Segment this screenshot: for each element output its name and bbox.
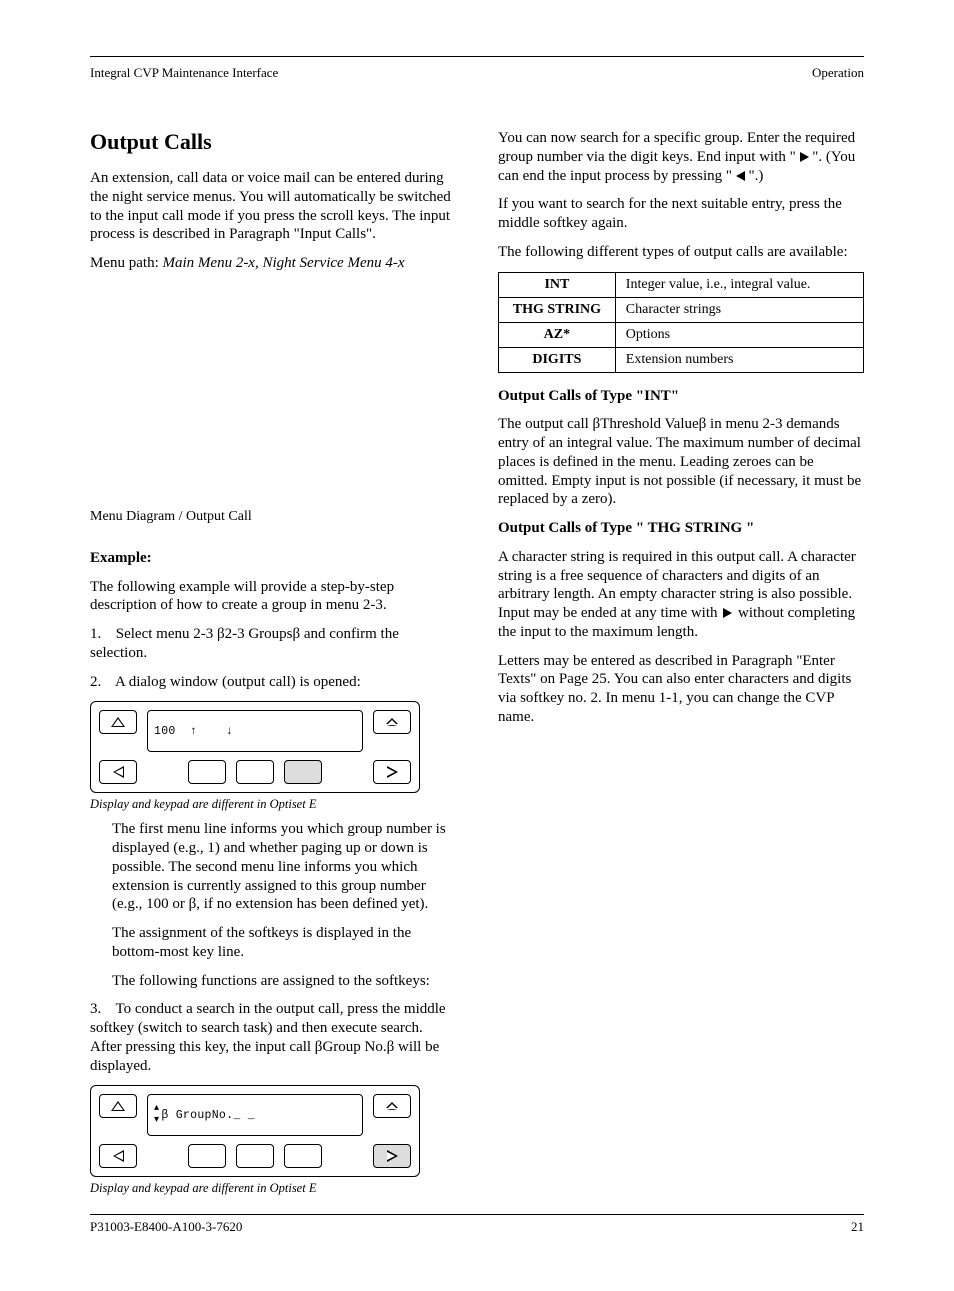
triangle-right-icon	[723, 608, 732, 618]
right-column: You can now search for a specific group.…	[498, 129, 864, 1204]
menu-path: Menu path: Main Menu 2-x, Night Service …	[90, 254, 456, 273]
forward-key[interactable]	[373, 760, 411, 784]
triangle-right-icon	[387, 766, 398, 778]
triangle-left-icon	[113, 766, 124, 778]
softkey-3[interactable]	[284, 1144, 322, 1168]
step-1: 1. Select menu 2-3 β2-3 Groupsβ and conf…	[90, 625, 456, 663]
table-row: DIGITS Extension numbers	[499, 347, 864, 372]
table-row: THG STRING Character strings	[499, 297, 864, 322]
softkey-3[interactable]	[284, 760, 322, 784]
figure-caption: Menu Diagram / Output Call	[90, 509, 456, 525]
home-key[interactable]	[373, 1094, 411, 1118]
triangle-right-icon	[800, 152, 809, 162]
desc-cell: Options	[615, 322, 863, 347]
type-cell: INT	[499, 272, 616, 297]
softkey-2[interactable]	[236, 760, 274, 784]
thg-body: A character string is required in this o…	[498, 548, 864, 642]
double-triangle-up-icon	[384, 1099, 400, 1113]
desc-cell: Extension numbers	[615, 347, 863, 372]
panel-1-note: Display and keypad are different in Opti…	[90, 797, 456, 812]
running-header: Integral CVP Maintenance Interface Opera…	[90, 65, 864, 81]
softkey-1[interactable]	[188, 760, 226, 784]
header-left: Integral CVP Maintenance Interface	[90, 65, 278, 81]
footer-right: 21	[851, 1219, 864, 1235]
lcd-display: 100 ↑ ↓	[147, 710, 363, 752]
softkey-2[interactable]	[236, 1144, 274, 1168]
step-2c: The following functions are assigned to …	[90, 972, 456, 991]
softkey-row	[147, 1144, 363, 1168]
intro-paragraph: An extension, call data or voice mail ca…	[90, 169, 456, 244]
table-row: AZ* Options	[499, 322, 864, 347]
triangle-up-icon	[111, 717, 125, 727]
back-key[interactable]	[99, 1144, 137, 1168]
display-panel-1: 100 ↑ ↓	[90, 701, 420, 793]
footer-rule	[90, 1214, 864, 1215]
desc-cell: Character strings	[615, 297, 863, 322]
display-line: β GroupNo._ _	[161, 1109, 255, 1122]
back-key[interactable]	[99, 760, 137, 784]
example-title: Example:	[90, 549, 456, 568]
display-line: 100 ↑ ↓	[154, 725, 233, 738]
left-column: Output Calls An extension, call data or …	[90, 129, 456, 1204]
running-footer: P31003-E8400-A100-3-7620 21	[90, 1219, 864, 1235]
panel-2-note: Display and keypad are different in Opti…	[90, 1181, 456, 1196]
right-p1: You can now search for a specific group.…	[498, 129, 864, 185]
type-cell: AZ*	[499, 322, 616, 347]
header-right: Operation	[812, 65, 864, 81]
type-cell: DIGITS	[499, 347, 616, 372]
header-rule	[90, 56, 864, 57]
menu-diagram-placeholder	[90, 293, 456, 509]
up-key[interactable]	[99, 710, 137, 734]
triangle-left-icon	[736, 171, 745, 181]
triangle-left-icon	[113, 1150, 124, 1162]
softkey-row	[147, 760, 363, 784]
step-2-lead: 2. A dialog window (output call) is open…	[90, 673, 456, 692]
output-types-table: INT Integer value, i.e., integral value.…	[498, 272, 864, 373]
scroll-indicator: ▴▾	[154, 1104, 159, 1126]
thg-title: Output Calls of Type " THG STRING "	[498, 519, 864, 538]
menu-path-value: Main Menu 2-x, Night Service Menu 4-x	[163, 255, 405, 271]
menu-path-label: Menu path:	[90, 255, 159, 271]
table-row: INT Integer value, i.e., integral value.	[499, 272, 864, 297]
example-text: The following example will provide a ste…	[90, 578, 456, 616]
footer-left: P31003-E8400-A100-3-7620	[90, 1219, 242, 1235]
thg-body-3: Letters may be entered as described in P…	[498, 652, 864, 727]
softkey-1[interactable]	[188, 1144, 226, 1168]
forward-key[interactable]	[373, 1144, 411, 1168]
lcd-display: ▴▾ β GroupNo._ _	[147, 1094, 363, 1136]
triangle-up-icon	[111, 1101, 125, 1111]
int-title: Output Calls of Type "INT"	[498, 387, 864, 406]
two-column-layout: Output Calls An extension, call data or …	[90, 129, 864, 1204]
type-cell: THG STRING	[499, 297, 616, 322]
home-key[interactable]	[373, 710, 411, 734]
up-key[interactable]	[99, 1094, 137, 1118]
int-body: The output call βThreshold Valueβ in men…	[498, 415, 864, 509]
section-heading: Output Calls	[90, 129, 456, 155]
step-2a: The first menu line informs you which gr…	[90, 820, 456, 914]
right-p2: If you want to search for the next suita…	[498, 195, 864, 233]
double-triangle-up-icon	[384, 715, 400, 729]
right-p3: The following different types of output …	[498, 243, 864, 262]
step-3: 3. To conduct a search in the output cal…	[90, 1000, 456, 1075]
desc-cell: Integer value, i.e., integral value.	[615, 272, 863, 297]
display-panel-2: ▴▾ β GroupNo._ _	[90, 1085, 420, 1177]
triangle-right-icon	[387, 1150, 398, 1162]
step-2b: The assignment of the softkeys is displa…	[90, 924, 456, 962]
